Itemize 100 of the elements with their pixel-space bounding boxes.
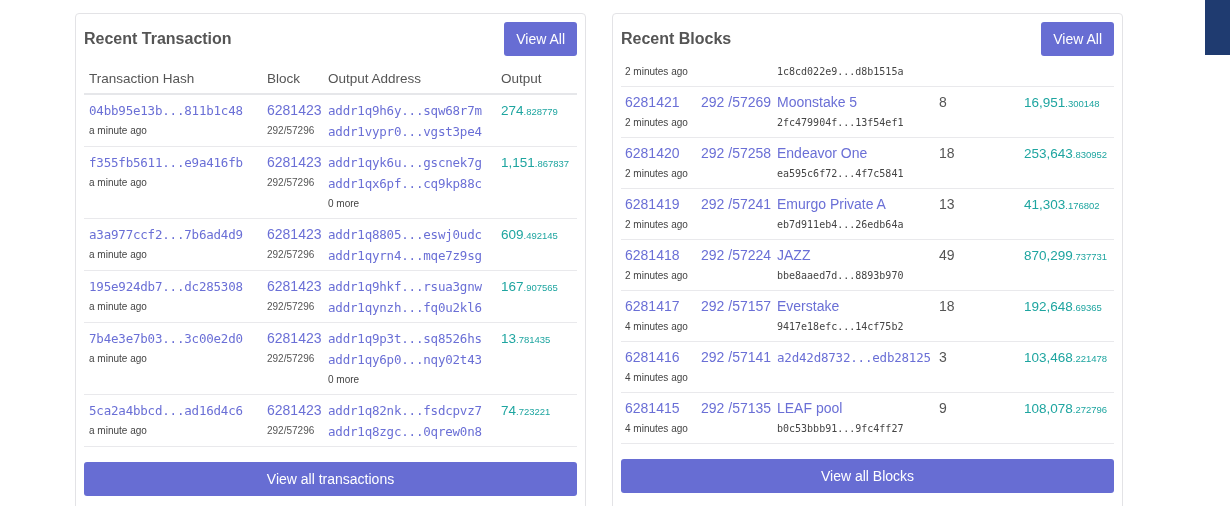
transaction-count: 8: [939, 93, 948, 112]
age-text: 2 minutes ago: [625, 116, 689, 130]
slot-link[interactable]: 292 /57241: [701, 194, 773, 215]
transaction-count: 3: [939, 348, 948, 367]
output-amount: 167.907565: [501, 278, 559, 296]
transaction-count: 18: [939, 297, 956, 316]
block-link[interactable]: 6281419: [625, 194, 697, 215]
output-amount: 103,468.221478: [1024, 349, 1109, 367]
age-text: 4 minutes ago: [625, 320, 689, 334]
output-amount: 274.828779: [501, 102, 559, 120]
age-text: 2 minutes ago: [625, 269, 689, 283]
age-text: a minute ago: [89, 176, 148, 190]
transaction-hash-link[interactable]: 195e924db7...dc285308: [89, 276, 262, 297]
card-title: Recent Blocks: [621, 30, 732, 48]
pool-link[interactable]: LEAF pool: [777, 398, 935, 419]
transaction-hash-link[interactable]: 04bb95e13b...811b1c48: [89, 100, 262, 121]
address-link[interactable]: addr1q8zgc...0qrew0n8: [328, 421, 496, 442]
pool-hash-text: 1c8cd022e9...d8b1515a: [777, 65, 905, 79]
output-amount: 13.781435: [501, 330, 552, 348]
transaction-hash-link[interactable]: 7b4e3e7b03...3c00e2d0: [89, 328, 262, 349]
view-all-transactions-button[interactable]: View all transactions: [84, 462, 577, 496]
more-text: 0 more: [328, 197, 361, 211]
age-text: 2 minutes ago: [625, 218, 689, 232]
address-link[interactable]: addr1qy6p0...nqy02t43: [328, 349, 496, 370]
slot-link[interactable]: 292 /57135: [701, 398, 773, 419]
output-amount: 16,951.300148: [1024, 94, 1101, 112]
age-text: a minute ago: [89, 352, 148, 366]
pool-hash-text: 2fc479904f...13f54ef1: [777, 116, 905, 130]
pool-link[interactable]: JAZZ: [777, 245, 935, 266]
output-amount: 74.723221: [501, 402, 552, 420]
age-text: 4 minutes ago: [625, 422, 689, 436]
slot-link[interactable]: 292 /57258: [701, 143, 773, 164]
block-link[interactable]: 6281423: [267, 100, 323, 121]
transaction-count: 49: [939, 246, 956, 265]
address-link[interactable]: addr1qyrn4...mqe7z9sg: [328, 245, 496, 266]
column-header: Output Address: [327, 71, 423, 86]
transaction-count: 9: [939, 399, 948, 418]
output-amount: 1,151.867837: [501, 154, 571, 172]
pool-hash-text: eb7d911eb4...26edb64a: [777, 218, 905, 232]
transaction-hash-link[interactable]: 5ca2a4bbcd...ad16d4c6: [89, 400, 262, 421]
address-link[interactable]: addr1q9h6y...sqw68r7m: [328, 100, 496, 121]
output-amount: 108,078.272796: [1024, 400, 1109, 418]
address-link[interactable]: addr1q8805...eswj0udc: [328, 224, 496, 245]
pool-link[interactable]: Everstake: [777, 296, 935, 317]
edge-panel: [1205, 0, 1230, 55]
slot-link[interactable]: 292 /57269: [701, 92, 773, 113]
transaction-hash-link[interactable]: f355fb5611...e9a416fb: [89, 152, 262, 173]
block-link[interactable]: 6281416: [625, 347, 697, 368]
slot-text: 292/57296: [267, 424, 316, 438]
pool-id-link[interactable]: a2d42d8732...edb28125: [777, 347, 935, 368]
slot-text: 292/57296: [267, 176, 316, 190]
pool-link[interactable]: Emurgo Private A: [777, 194, 935, 215]
address-link[interactable]: addr1q82nk...fsdcpvz7: [328, 400, 496, 421]
slot-link[interactable]: 292 /57141: [701, 347, 773, 368]
block-link[interactable]: 6281415: [625, 398, 697, 419]
address-link[interactable]: addr1q9hkf...rsua3gnw: [328, 276, 496, 297]
block-link[interactable]: 6281417: [625, 296, 697, 317]
pool-hash-text: 9417e18efc...14cf75b2: [777, 320, 905, 334]
block-link[interactable]: 6281423: [267, 400, 323, 421]
address-link[interactable]: addr1vypr0...vgst3pe4: [328, 121, 496, 142]
slot-text: 292/57296: [267, 124, 316, 138]
view-all-blocks-button[interactable]: View all Blocks: [621, 459, 1114, 493]
slot-text: 292/57296: [267, 300, 316, 314]
transaction-count: 13: [939, 195, 956, 214]
age-text: a minute ago: [89, 424, 148, 438]
column-header: Output: [500, 71, 543, 86]
pool-link[interactable]: Moonstake 5: [777, 92, 935, 113]
address-link[interactable]: addr1qyk6u...gscnek7g: [328, 152, 496, 173]
age-text: a minute ago: [89, 124, 148, 138]
block-link[interactable]: 6281423: [267, 224, 323, 245]
transaction-hash-link[interactable]: a3a977ccf2...7b6ad4d9: [89, 224, 262, 245]
slot-link[interactable]: 292 /57157: [701, 296, 773, 317]
column-header: Transaction Hash: [88, 71, 196, 86]
pool-hash-text: ea595c6f72...4f7c5841: [777, 167, 905, 181]
age-text: 2 minutes ago: [625, 65, 689, 79]
address-link[interactable]: addr1qx6pf...cq9kp88c: [328, 173, 496, 194]
block-link[interactable]: 6281423: [267, 328, 323, 349]
column-header: Block: [266, 71, 301, 86]
age-text: a minute ago: [89, 300, 148, 314]
block-link[interactable]: 6281420: [625, 143, 697, 164]
output-amount: 192,648.69365: [1024, 298, 1103, 316]
view-all-button[interactable]: View All: [1041, 22, 1114, 56]
address-link[interactable]: addr1qynzh...fq0u2kl6: [328, 297, 496, 318]
slot-text: 292/57296: [267, 248, 316, 262]
card-title: Recent Transaction: [84, 30, 232, 48]
more-text: 0 more: [328, 373, 361, 387]
address-link[interactable]: addr1q9p3t...sq8526hs: [328, 328, 496, 349]
pool-hash-text: b0c53bbb91...9fc4ff27: [777, 422, 905, 436]
block-link[interactable]: 6281423: [267, 152, 323, 173]
output-amount: 870,299.737731: [1024, 247, 1109, 265]
output-amount: 609.492145: [501, 226, 559, 244]
block-link[interactable]: 6281423: [267, 276, 323, 297]
pool-link[interactable]: Endeavor One: [777, 143, 935, 164]
slot-link[interactable]: 292 /57224: [701, 245, 773, 266]
view-all-button[interactable]: View All: [504, 22, 577, 56]
block-link[interactable]: 6281421: [625, 92, 697, 113]
output-amount: 253,643.830952: [1024, 145, 1109, 163]
age-text: 2 minutes ago: [625, 167, 689, 181]
block-link[interactable]: 6281418: [625, 245, 697, 266]
slot-text: 292/57296: [267, 352, 316, 366]
